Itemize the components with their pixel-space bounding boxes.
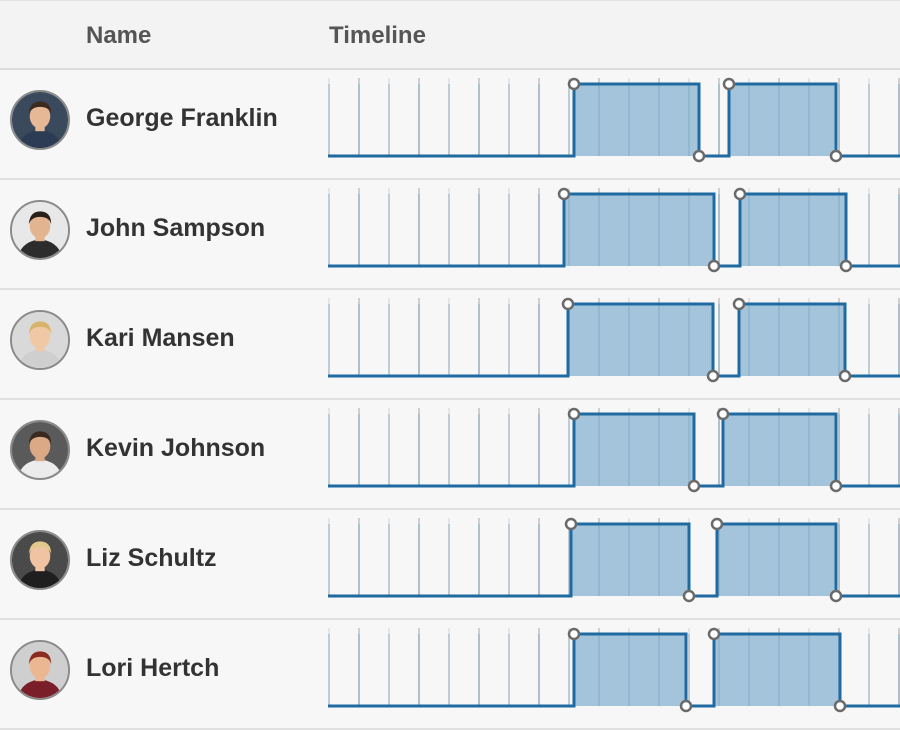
timeline-track[interactable]: [328, 76, 900, 163]
active-period: [574, 84, 699, 156]
end-marker: [707, 259, 721, 273]
active-period: [739, 304, 845, 376]
avatar: [10, 530, 70, 590]
person-name: Kevin Johnson: [86, 434, 266, 462]
table-row[interactable]: John Sampson: [0, 180, 900, 290]
column-header-name[interactable]: Name: [86, 22, 151, 50]
end-marker: [679, 699, 693, 713]
active-period: [568, 304, 713, 376]
table-header: Name Timeline: [0, 0, 900, 70]
end-marker: [833, 699, 847, 713]
timeline-track[interactable]: [328, 186, 900, 273]
active-period: [740, 194, 846, 266]
avatar: [10, 200, 70, 260]
column-header-timeline[interactable]: Timeline: [329, 22, 426, 50]
avatar: [10, 310, 70, 370]
end-marker: [706, 369, 720, 383]
avatar: [10, 640, 70, 700]
start-marker: [564, 517, 578, 531]
start-marker: [567, 627, 581, 641]
timeline-track[interactable]: [328, 516, 900, 603]
active-period: [571, 524, 689, 596]
end-marker: [692, 149, 706, 163]
active-period: [574, 634, 686, 706]
person-name: John Sampson: [86, 214, 266, 242]
table-row[interactable]: Kevin Johnson: [0, 400, 900, 510]
timeline-track[interactable]: [328, 406, 900, 493]
end-marker: [829, 589, 843, 603]
table-row[interactable]: Liz Schultz: [0, 510, 900, 620]
table-row[interactable]: Kari Mansen: [0, 290, 900, 400]
start-marker: [716, 407, 730, 421]
active-period: [717, 524, 836, 596]
person-name: George Franklin: [86, 104, 278, 132]
start-marker: [722, 77, 736, 91]
start-marker: [707, 627, 721, 641]
table-row[interactable]: Lori Hertch: [0, 620, 900, 730]
start-marker: [557, 187, 571, 201]
avatar: [10, 90, 70, 150]
person-name: Kari Mansen: [86, 324, 235, 352]
start-marker: [561, 297, 575, 311]
timeline-track[interactable]: [328, 296, 900, 383]
start-marker: [733, 187, 747, 201]
start-marker: [567, 77, 581, 91]
active-period: [574, 414, 694, 486]
active-period: [729, 84, 836, 156]
end-marker: [838, 369, 852, 383]
end-marker: [839, 259, 853, 273]
active-period: [714, 634, 840, 706]
end-marker: [829, 479, 843, 493]
end-marker: [682, 589, 696, 603]
start-marker: [567, 407, 581, 421]
end-marker: [687, 479, 701, 493]
timeline-track[interactable]: [328, 626, 900, 713]
table-row[interactable]: George Franklin: [0, 70, 900, 180]
person-name: Lori Hertch: [86, 654, 220, 682]
start-marker: [710, 517, 724, 531]
end-marker: [829, 149, 843, 163]
active-period: [564, 194, 714, 266]
start-marker: [732, 297, 746, 311]
avatar: [10, 420, 70, 480]
person-name: Liz Schultz: [86, 544, 217, 572]
